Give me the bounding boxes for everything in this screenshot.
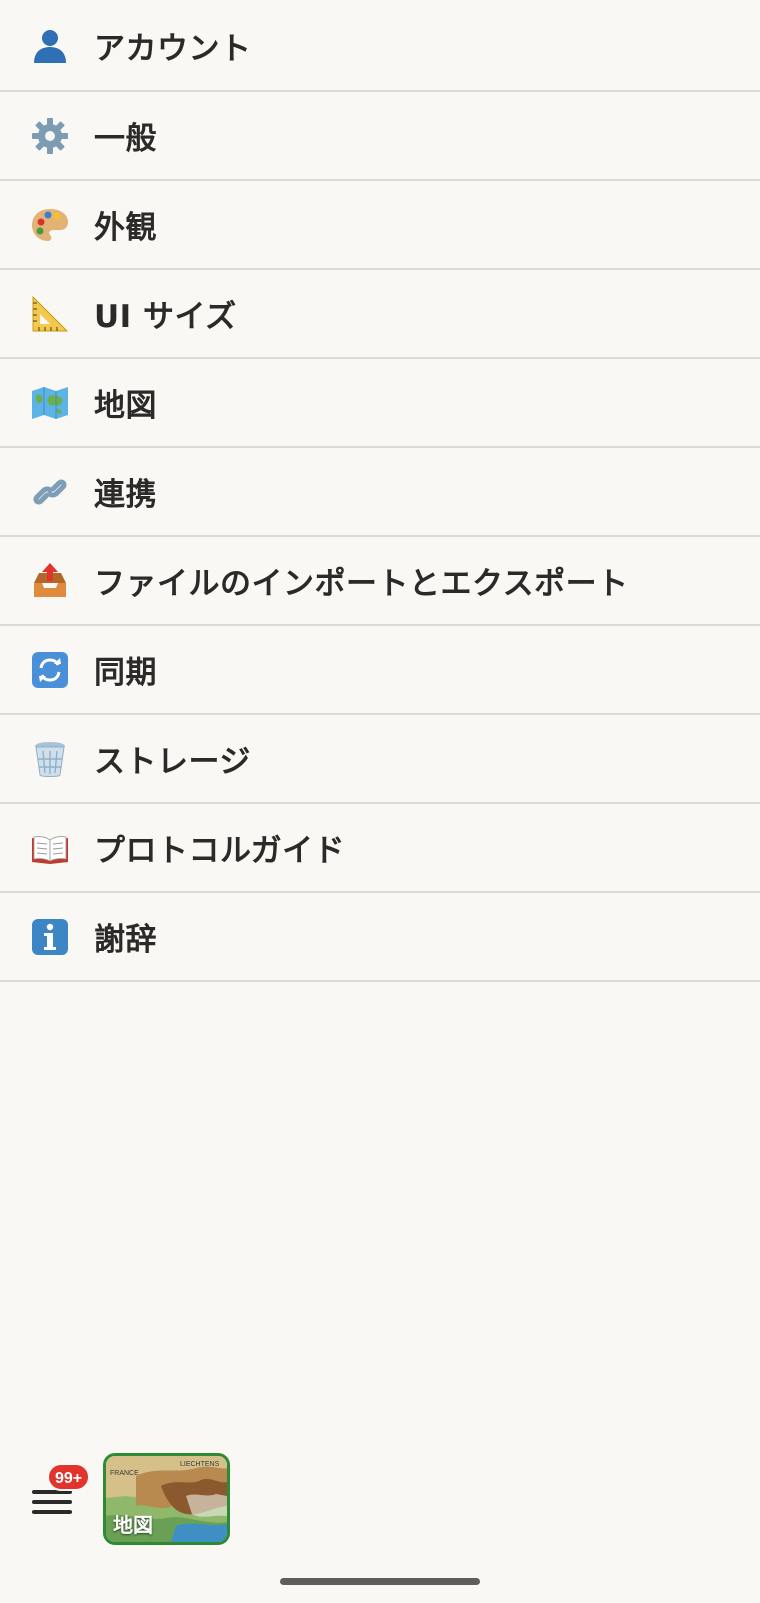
menu-item-account[interactable]: アカウント (0, 0, 760, 92)
menu-item-acknowledgements[interactable]: 謝辞 (0, 893, 760, 982)
menu-item-label: 一般 (94, 121, 157, 157)
person-icon (30, 25, 70, 65)
map-tiny-label: FRANCE (110, 1470, 139, 1477)
sync-arrows-icon (30, 650, 70, 690)
menu-item-protocol-guide[interactable]: プロトコルガイド (0, 804, 760, 893)
wastebasket-icon (30, 739, 70, 779)
menu-item-map[interactable]: 地図 (0, 359, 760, 448)
open-book-icon (30, 828, 70, 868)
map-thumbnail-label: 地図 (113, 1513, 153, 1537)
menu-item-label: 同期 (94, 655, 157, 691)
settings-menu: アカウント 一般 外観 UI サイズ 地図 連携 ファイルのインポートとエクスポ… (0, 0, 760, 982)
menu-item-integrations[interactable]: 連携 (0, 448, 760, 537)
menu-item-label: 謝辞 (94, 922, 157, 958)
home-indicator[interactable] (280, 1578, 480, 1585)
menu-item-general[interactable]: 一般 (0, 92, 760, 181)
map-tiny-label: LIECHTENS (180, 1461, 220, 1468)
menu-item-label: 連携 (94, 477, 157, 513)
world-map-icon (30, 383, 70, 423)
menu-item-label: 外観 (94, 210, 157, 246)
menu-item-label: ストレージ (94, 744, 251, 780)
outbox-tray-icon (30, 561, 70, 601)
menu-item-sync[interactable]: 同期 (0, 626, 760, 715)
menu-item-label: プロトコルガイド (94, 833, 346, 869)
link-icon (30, 472, 70, 512)
menu-item-label: UI サイズ (94, 299, 237, 335)
notification-badge: 99+ (47, 1463, 91, 1491)
palette-icon (30, 205, 70, 245)
information-icon (30, 917, 70, 957)
gear-icon (30, 116, 70, 156)
hamburger-bar (32, 1500, 72, 1504)
hamburger-bar (32, 1510, 72, 1514)
menu-item-ui-size[interactable]: UI サイズ (0, 270, 760, 359)
menu-item-import-export[interactable]: ファイルのインポートとエクスポート (0, 537, 760, 626)
menu-item-storage[interactable]: ストレージ (0, 715, 760, 804)
menu-item-label: アカウント (94, 30, 252, 67)
menu-item-appearance[interactable]: 外観 (0, 181, 760, 270)
menu-item-label: ファイルのインポートとエクスポート (94, 566, 629, 602)
menu-item-label: 地図 (94, 388, 157, 424)
map-thumbnail-button[interactable]: FRANCE LIECHTENS 地図 (103, 1453, 230, 1545)
triangle-ruler-icon (30, 294, 70, 334)
